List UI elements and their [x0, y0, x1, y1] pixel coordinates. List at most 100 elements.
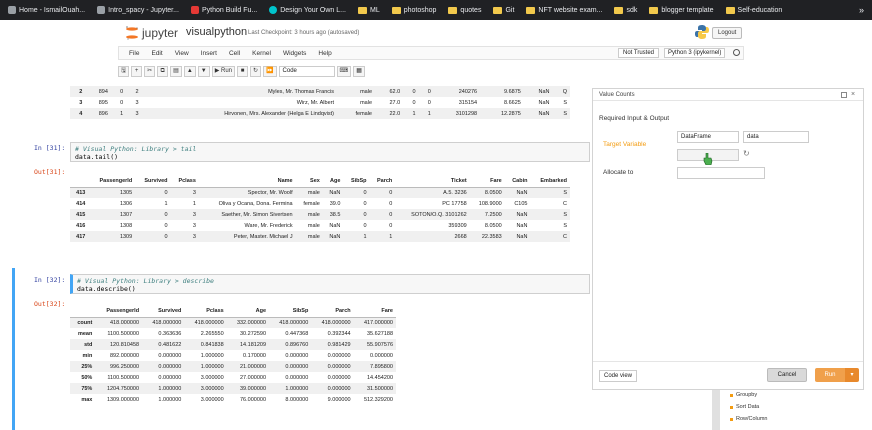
bookmark-item[interactable]: Design Your Own L...: [265, 6, 350, 14]
table-cell: 418.000000: [152, 319, 182, 326]
table-cell: 8.0500: [484, 189, 502, 196]
table-row: mean 1100.500000 0.363636 2.265550 30.272590…: [70, 328, 396, 339]
table-row: max 1309.000000 1.000000 3.000000 76.000000 8…: [70, 394, 396, 405]
maximize-icon[interactable]: [841, 92, 847, 98]
insert-cell-icon[interactable]: +: [131, 65, 143, 77]
paste-icon[interactable]: ▤: [170, 65, 182, 77]
bookmark-item[interactable]: sdk: [610, 6, 641, 14]
vp-panel-title: Value Counts: [599, 92, 635, 98]
bookmark-item[interactable]: NFT website exam...: [522, 6, 606, 14]
column-header: Name: [198, 176, 296, 188]
bookmark-item[interactable]: ML: [354, 6, 384, 14]
table-cell: 0: [427, 88, 431, 95]
folder-icon: [649, 6, 659, 14]
table-cell: C: [563, 233, 567, 240]
table-cell: 27.0: [389, 99, 401, 106]
row-index: 417: [76, 233, 86, 240]
code-cell-tail[interactable]: # Visual Python: Library > tail data.tai…: [70, 142, 590, 162]
menu-kernel[interactable]: Kernel: [246, 50, 277, 57]
restart-icon[interactable]: ↻: [250, 65, 262, 77]
table-cell: 0.000000: [327, 363, 351, 370]
kernel-indicator[interactable]: Python 3 (ipykernel): [664, 48, 726, 58]
jupyter-logo-icon[interactable]: [124, 25, 140, 41]
cancel-button[interactable]: Cancel: [767, 368, 807, 382]
table-cell: 0: [164, 189, 168, 196]
folder-icon: [614, 6, 624, 14]
menu-edit[interactable]: Edit: [145, 50, 168, 57]
table-cell: 0: [389, 211, 393, 218]
move-up-icon[interactable]: ▲: [183, 65, 196, 77]
run-button[interactable]: ▶ Run: [211, 65, 236, 77]
bookmark-item[interactable]: Intro_spacy - Jupyter...: [93, 6, 183, 14]
bookmark-item[interactable]: blogger template: [645, 6, 717, 14]
command-palette-icon[interactable]: ⌨: [336, 65, 352, 77]
vp-section-header[interactable]: Required Input & Output: [599, 115, 669, 122]
move-down-icon[interactable]: ▼: [197, 65, 210, 77]
top-dataframe-output: 2 894 0 2 Myles, Mr. Thomas Francis male 62.0 0…: [70, 86, 570, 119]
stop-icon[interactable]: ■: [237, 65, 249, 77]
table-cell: Spector, Mr. Woolf: [247, 189, 293, 196]
menu-insert[interactable]: Insert: [195, 50, 223, 57]
table-cell: 3101298: [455, 110, 478, 117]
table-row: 75% 1204.750000 1.000000 3.000000 39.000000 1…: [70, 383, 396, 394]
cell-type-select[interactable]: Code: [278, 65, 335, 77]
menu-help[interactable]: Help: [312, 50, 337, 57]
input-prompt-32: In [32]:: [34, 276, 66, 284]
notebook-name[interactable]: visualpython: [186, 26, 247, 38]
bookmark-item[interactable]: Python Build Fu...: [187, 6, 261, 14]
menu-file[interactable]: File: [123, 50, 145, 57]
checkpoint-status: Last Checkpoint: 3 hours ago (autosaved): [248, 30, 360, 36]
folder-icon: [725, 6, 735, 14]
table-cell: S: [563, 110, 567, 117]
table-cell: 895: [98, 99, 108, 106]
more-bookmarks-icon[interactable]: »: [859, 5, 872, 15]
restart-run-all-icon[interactable]: ⏩: [263, 65, 277, 77]
run-button[interactable]: Run: [815, 368, 845, 382]
logout-button[interactable]: Logout: [712, 27, 743, 39]
trust-indicator[interactable]: Not Trusted: [618, 48, 660, 58]
refresh-icon[interactable]: ↻: [743, 149, 750, 158]
table-header-row: PassengerId Survived Pclass Name Sex Age SibSp…: [70, 176, 570, 188]
table-cell: 0.896760: [285, 341, 309, 348]
menu-view[interactable]: View: [169, 50, 195, 57]
code-cell-describe[interactable]: # Visual Python: Library > describe data…: [70, 274, 590, 294]
cut-icon[interactable]: ✂: [144, 65, 156, 77]
bookmark-label: ML: [369, 6, 380, 14]
folder-icon: [526, 6, 536, 14]
library-item[interactable]: Row/Column: [730, 416, 767, 422]
table-row: std 120.810458 0.481622 0.841838 14.181209 0.…: [70, 339, 396, 350]
menu-cell[interactable]: Cell: [223, 50, 246, 57]
bookmark-item[interactable]: quotes: [444, 6, 485, 14]
copy-icon[interactable]: ⧉: [157, 65, 169, 77]
column-header: Parch: [311, 306, 354, 318]
run-options-button[interactable]: ▾: [845, 368, 859, 382]
menu-widgets[interactable]: Widgets: [277, 50, 312, 57]
table-cell: 39.0: [329, 200, 341, 207]
save-icon[interactable]: 🖫: [118, 65, 130, 77]
bookmark-item[interactable]: Self-education: [722, 6, 787, 14]
jupyter-brand[interactable]: jupyter: [142, 26, 178, 40]
bullet-icon: [730, 393, 733, 397]
code-view-button[interactable]: Code view: [599, 370, 638, 382]
close-icon[interactable]: ×: [851, 91, 857, 98]
library-item-label: Sort Data: [736, 404, 760, 410]
table-cell: 0: [164, 233, 168, 240]
table-cell: 0.000000: [158, 352, 182, 359]
visualpython-toggle-icon[interactable]: ▦: [353, 65, 365, 77]
table-cell: 1305: [119, 189, 133, 196]
table-cell: 3: [192, 233, 196, 240]
library-item[interactable]: Groupby: [730, 392, 757, 398]
bookmark-item[interactable]: photoshop: [388, 6, 441, 14]
table-cell: 0: [389, 200, 393, 207]
library-item[interactable]: Sort Data: [730, 404, 759, 410]
table-cell: 31.500000: [367, 385, 393, 392]
bookmark-item[interactable]: Home - IsmailOuah...: [4, 6, 89, 14]
variable-type-select[interactable]: DataFrame: [677, 131, 739, 143]
table-cell: 0.000000: [285, 352, 309, 359]
allocate-to-input[interactable]: [677, 167, 765, 179]
variable-select[interactable]: data: [743, 131, 809, 143]
library-scrollbar[interactable]: [712, 390, 720, 430]
table-cell: male: [307, 233, 320, 240]
bookmark-label: photoshop: [403, 6, 437, 14]
bookmark-item[interactable]: Git: [489, 6, 518, 14]
